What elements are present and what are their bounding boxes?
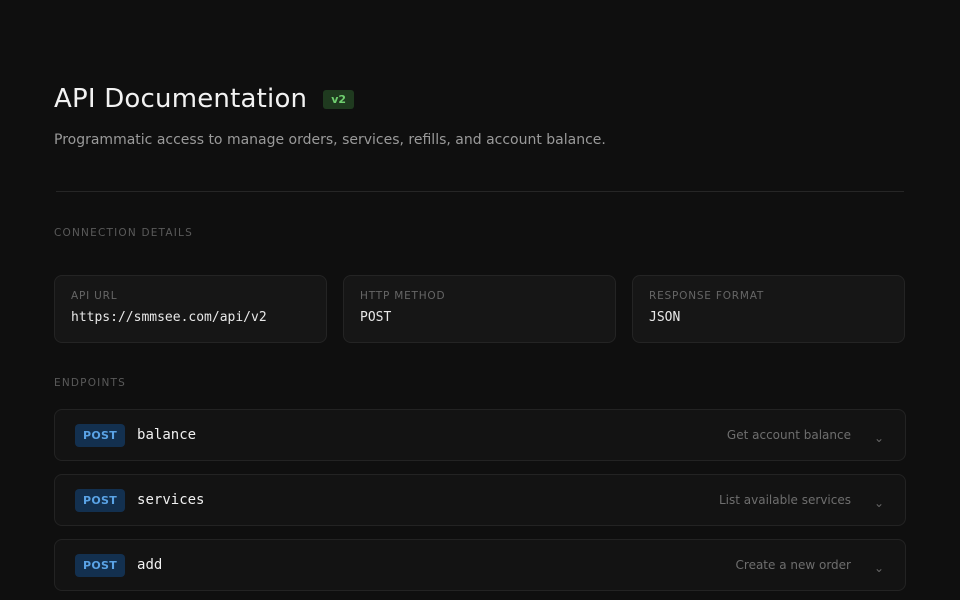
header-divider (56, 191, 904, 192)
endpoint-list: POST balance Get account balance ⌄ POST … (54, 409, 906, 600)
api-docs-page: API Documentation v2 Programmatic access… (0, 0, 960, 600)
connection-cards: API URL https://smmsee.com/api/v2 HTTP M… (54, 275, 905, 343)
card-label: API URL (71, 290, 118, 302)
endpoint-description: List available services (718, 493, 851, 507)
api-url-value: https://smmsee.com/api/v2 (71, 310, 267, 325)
response-format-value: JSON (649, 310, 681, 325)
endpoint-add[interactable]: POST add Create a new order ⌄ (54, 539, 906, 591)
card-label: HTTP METHOD (360, 290, 446, 302)
method-badge: POST (75, 488, 126, 512)
page-subtitle: Programmatic access to manage orders, se… (54, 132, 606, 148)
endpoint-services[interactable]: POST services List available services ⌄ (54, 474, 906, 526)
connection-details-label: CONNECTION DETAILS (54, 227, 193, 239)
card-label: RESPONSE FORMAT (649, 290, 765, 302)
page-header: API Documentation v2 (54, 84, 355, 114)
method-badge: POST (75, 423, 126, 447)
chevron-down-icon[interactable]: ⌄ (873, 431, 885, 445)
chevron-down-icon[interactable]: ⌄ (873, 496, 885, 510)
version-badge: v2 (323, 89, 355, 109)
endpoint-description: Create a new order (735, 558, 851, 572)
chevron-down-icon[interactable]: ⌄ (873, 561, 885, 575)
endpoint-balance[interactable]: POST balance Get account balance ⌄ (54, 409, 906, 461)
page-title: API Documentation (54, 84, 308, 114)
api-url-card: API URL https://smmsee.com/api/v2 (54, 275, 327, 343)
endpoint-name: balance (137, 427, 197, 443)
response-format-card: RESPONSE FORMAT JSON (632, 275, 905, 343)
http-method-value: POST (360, 310, 392, 325)
endpoint-name: services (137, 492, 205, 508)
method-badge: POST (75, 553, 126, 577)
endpoint-name: add (137, 557, 163, 573)
http-method-card: HTTP METHOD POST (343, 275, 616, 343)
endpoint-description: Get account balance (726, 428, 851, 442)
endpoints-label: ENDPOINTS (54, 377, 127, 389)
